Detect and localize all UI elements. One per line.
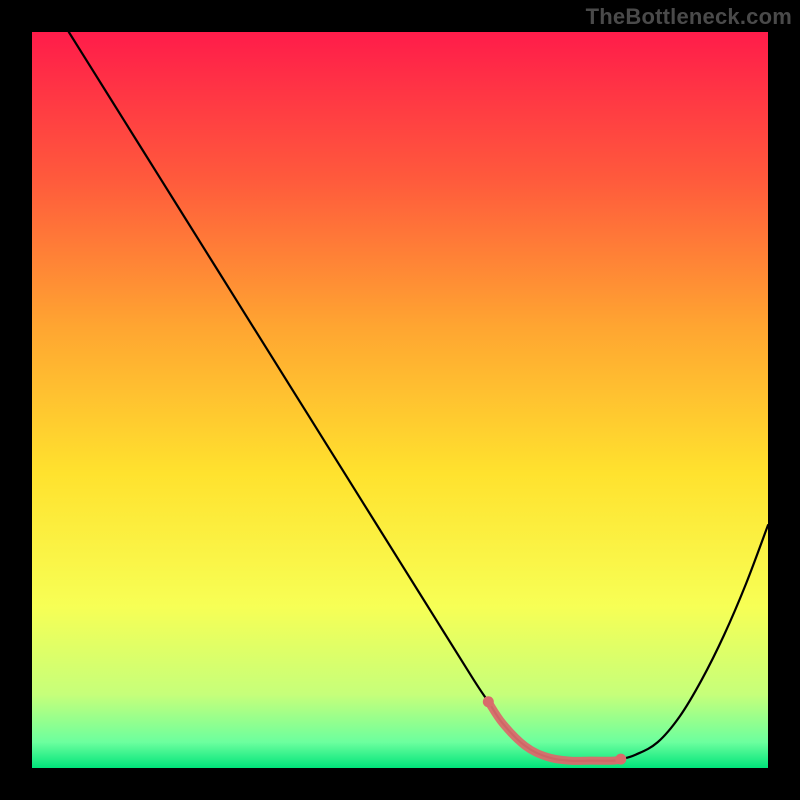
chart-svg — [32, 32, 768, 768]
highlight-endpoint — [615, 754, 626, 765]
highlight-endpoint — [483, 696, 494, 707]
chart-background — [32, 32, 768, 768]
chart-frame: TheBottleneck.com — [0, 0, 800, 800]
plot-area — [32, 32, 768, 768]
watermark-text: TheBottleneck.com — [586, 4, 792, 30]
